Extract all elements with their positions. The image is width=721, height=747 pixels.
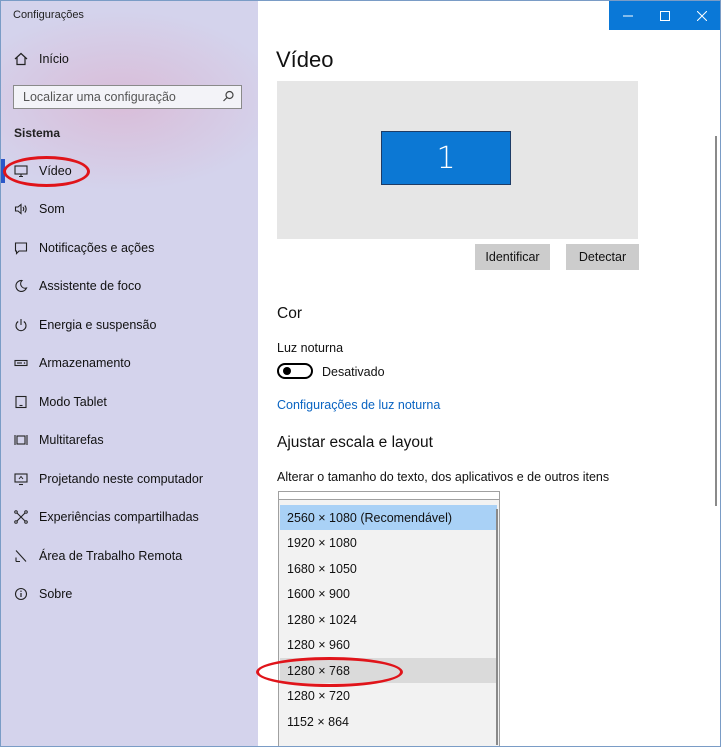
detect-button[interactable]: Detectar: [566, 244, 639, 270]
night-light-settings-link[interactable]: Configurações de luz noturna: [277, 398, 440, 412]
moon-icon: [13, 278, 29, 294]
sidebar-item-about[interactable]: Sobre: [1, 579, 258, 609]
resolution-option[interactable]: 1680 × 1050: [280, 556, 497, 581]
page-title: Vídeo: [276, 47, 334, 72]
home-icon: [13, 51, 29, 67]
sidebar-item-label: Multitarefas: [39, 433, 104, 447]
sidebar-item-label: Início: [39, 52, 69, 66]
resolution-option[interactable]: 1280 × 720: [280, 683, 497, 708]
toggle-knob: [283, 367, 291, 375]
color-heading: Cor: [277, 305, 302, 322]
night-light-label: Luz noturna: [277, 341, 344, 355]
sidebar-item-label: Modo Tablet: [39, 395, 107, 409]
notification-icon: [13, 240, 29, 256]
sidebar-item-tablet-mode[interactable]: Modo Tablet: [1, 387, 258, 417]
sidebar-item-label: Experiências compartilhadas: [39, 510, 199, 524]
scale-layout-heading: Ajustar escala e layout: [277, 434, 433, 451]
section-title: Sistema: [14, 126, 61, 140]
remote-desktop-icon: [13, 548, 29, 564]
sidebar-item-label: Notificações e ações: [39, 241, 155, 255]
close-button[interactable]: [683, 1, 720, 30]
annotation-circle-resolution: [256, 657, 403, 687]
sidebar-item-projecting[interactable]: Projetando neste computador: [1, 464, 258, 494]
search-icon[interactable]: [222, 90, 235, 108]
sidebar-item-label: Assistente de foco: [39, 279, 142, 293]
close-icon: [696, 10, 707, 21]
sidebar-item-multitasking[interactable]: Multitarefas: [1, 425, 258, 455]
sidebar-item-sound[interactable]: Som: [1, 194, 258, 224]
scale-dropdown[interactable]: [278, 491, 500, 499]
settings-window: Configurações Início Sistema Vídeo: [0, 0, 721, 747]
window-controls: [609, 1, 720, 30]
maximize-icon: [659, 10, 670, 21]
sidebar-item-power[interactable]: Energia e suspensão: [1, 310, 258, 340]
resolution-option[interactable]: 2560 × 1080 (Recomendável): [280, 505, 497, 530]
maximize-button[interactable]: [646, 1, 683, 30]
speaker-icon: [13, 201, 29, 217]
search-input[interactable]: [23, 90, 213, 104]
resolution-option[interactable]: 1600 × 900: [280, 581, 497, 606]
page-scrollbar[interactable]: [715, 136, 717, 506]
minimize-icon: [622, 15, 633, 16]
tablet-icon: [13, 394, 29, 410]
power-icon: [13, 317, 29, 333]
resolution-option[interactable]: 1920 × 1080: [280, 530, 497, 555]
sidebar-item-shared-experiences[interactable]: Experiências compartilhadas: [1, 502, 258, 532]
storage-icon: [13, 355, 29, 371]
sidebar-item-home[interactable]: Início: [1, 44, 258, 74]
resolution-dropdown-list[interactable]: 2560 × 1080 (Recomendável) 1920 × 1080 1…: [278, 499, 500, 746]
sidebar-item-focus-assist[interactable]: Assistente de foco: [1, 271, 258, 301]
sidebar-item-label: Área de Trabalho Remota: [39, 549, 183, 563]
dropdown-scrollbar[interactable]: [496, 509, 498, 745]
resolution-option[interactable]: 1280 × 960: [280, 632, 497, 657]
sidebar-item-label: Som: [39, 202, 65, 216]
sidebar-item-notifications[interactable]: Notificações e ações: [1, 233, 258, 263]
sidebar-item-label: Energia e suspensão: [39, 318, 157, 332]
minimize-button[interactable]: [609, 1, 646, 30]
sidebar-item-label: Armazenamento: [39, 356, 131, 370]
night-light-state: Desativado: [322, 365, 385, 379]
display-1-tile[interactable]: 1: [381, 131, 511, 185]
app-title: Configurações: [13, 9, 84, 21]
project-icon: [13, 471, 29, 487]
scale-description: Alterar o tamanho do texto, dos aplicati…: [277, 470, 610, 484]
night-light-toggle[interactable]: [277, 363, 313, 379]
resolution-option[interactable]: 1280 × 1024: [280, 607, 497, 632]
info-icon: [13, 586, 29, 602]
resolution-option[interactable]: 1152 × 864: [280, 709, 497, 734]
sidebar-item-label: Projetando neste computador: [39, 472, 203, 486]
search-box[interactable]: [13, 85, 242, 109]
sidebar-item-storage[interactable]: Armazenamento: [1, 348, 258, 378]
sidebar-item-label: Sobre: [39, 587, 73, 601]
shared-icon: [13, 509, 29, 525]
sidebar: Configurações Início Sistema Vídeo: [1, 1, 258, 746]
identify-button[interactable]: Identificar: [475, 244, 550, 270]
sidebar-item-remote-desktop[interactable]: Área de Trabalho Remota: [1, 541, 258, 571]
multitask-icon: [13, 432, 29, 448]
annotation-circle-video: [3, 156, 90, 187]
